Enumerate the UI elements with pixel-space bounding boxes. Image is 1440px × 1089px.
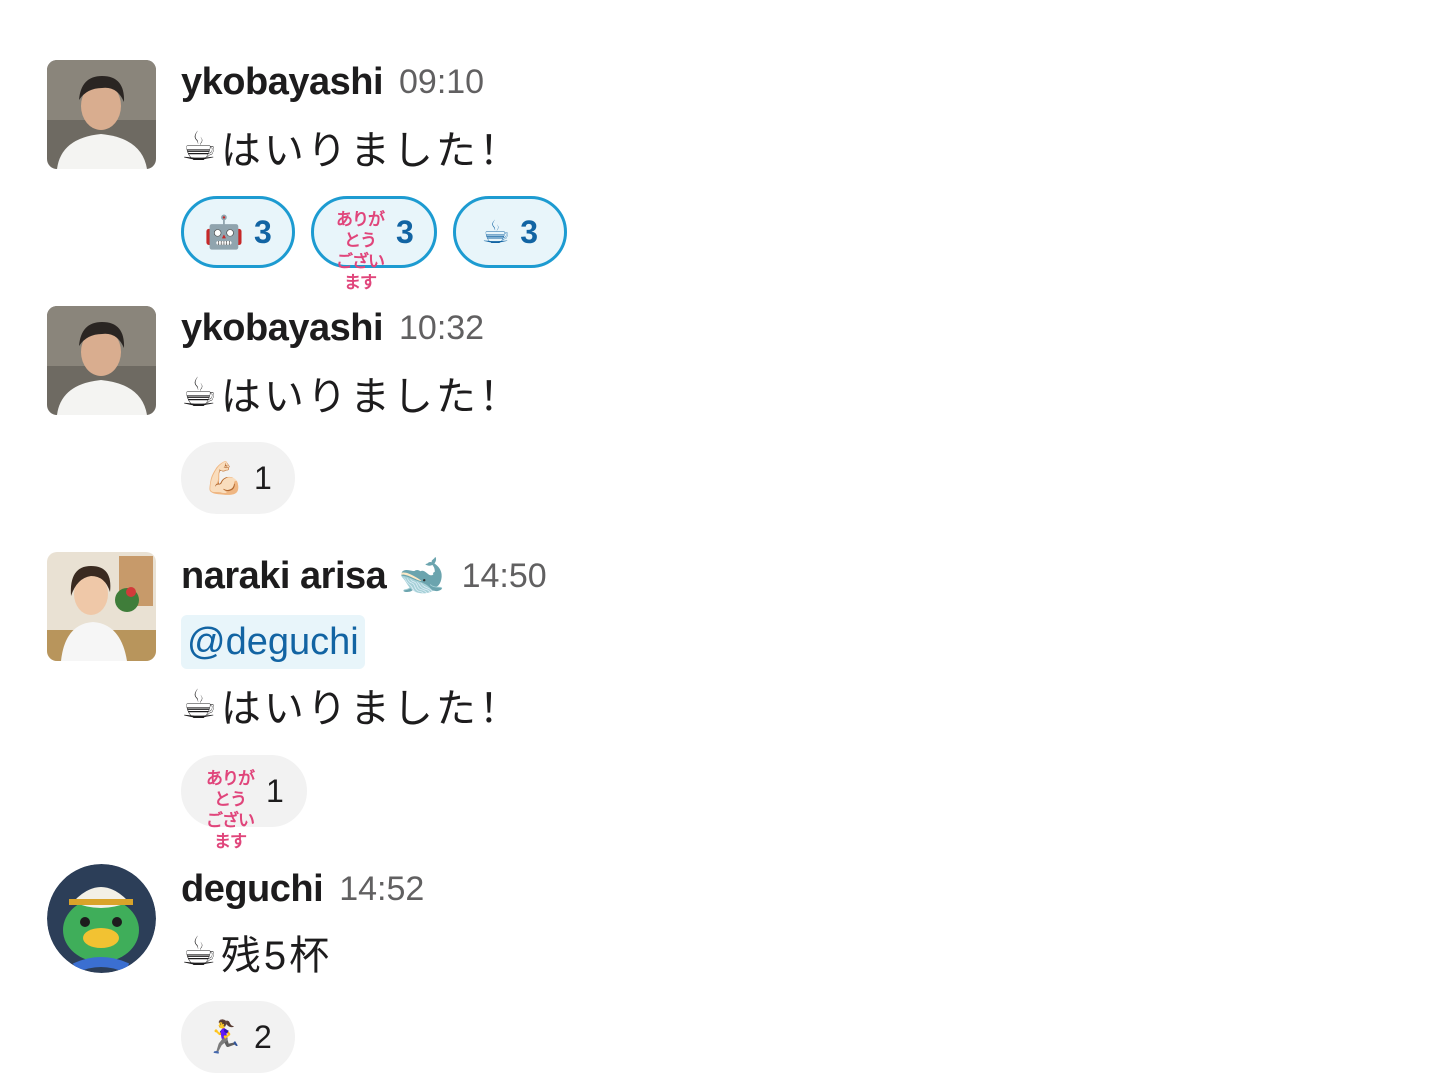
- arigatou-label-bottom: ございます: [336, 252, 385, 292]
- message-header: ykobayashi 10:32: [181, 300, 484, 356]
- reaction-count: 3: [396, 213, 414, 250]
- message: ykobayashi 09:10 ☕ はいりました！ 🤖 3 ありがとう ござい…: [0, 60, 1440, 292]
- message: naraki arisa 🐋 14:50 @deguchi ☕ はいりました！ …: [0, 552, 1440, 851]
- user-avatar[interactable]: [47, 60, 156, 169]
- message: ykobayashi 10:32 ☕ はいりました！ 💪🏻 1: [0, 306, 1440, 516]
- reaction-runner[interactable]: 🏃‍♀️ 2: [181, 1001, 295, 1073]
- timestamp[interactable]: 10:32: [399, 309, 484, 348]
- reaction-count: 1: [266, 772, 284, 809]
- reaction-robot[interactable]: 🤖 3: [181, 196, 295, 268]
- reaction-bar: 🏃‍♀️ 2: [181, 1001, 295, 1073]
- message-text: ☕ はいりました！: [181, 674, 522, 736]
- message-header: naraki arisa 🐋 14:50: [181, 548, 547, 604]
- reaction-count: 1: [254, 459, 272, 496]
- muscle-icon: 💪🏻: [204, 460, 245, 496]
- message: deguchi 14:52 ☕ 残5杯 🏃‍♀️ 2: [0, 864, 1440, 1079]
- user-avatar[interactable]: [47, 306, 156, 415]
- arigatou-gozaimasu-icon: ありがとう ございます: [334, 209, 386, 292]
- reaction-count: 3: [254, 213, 272, 250]
- coffee-icon: ☕: [181, 683, 217, 727]
- user-mention[interactable]: @deguchi: [181, 615, 365, 669]
- reaction-coffee[interactable]: ☕ 3: [452, 196, 567, 268]
- reaction-bar: 💪🏻 1: [181, 442, 295, 514]
- coffee-icon: ☕: [181, 371, 217, 415]
- arigatou-gozaimasu-icon: ありがとう ございます: [204, 768, 256, 851]
- timestamp[interactable]: 09:10: [399, 63, 484, 102]
- reaction-bar: ありがとう ございます 1: [181, 755, 307, 851]
- message-text-content: はいりました！: [220, 375, 522, 419]
- username[interactable]: deguchi: [181, 868, 324, 911]
- user-avatar[interactable]: [47, 864, 156, 973]
- whale-icon[interactable]: 🐋: [398, 557, 445, 595]
- arigatou-label-top: ありがとう: [336, 210, 385, 250]
- reaction-bar: 🤖 3 ありがとう ございます 3 ☕ 3: [181, 196, 567, 292]
- coffee-icon: ☕: [181, 930, 217, 974]
- reaction-count: 3: [520, 213, 539, 250]
- robot-face-icon: 🤖: [204, 214, 245, 250]
- message-text: ☕ 残5杯: [181, 921, 332, 983]
- username[interactable]: ykobayashi: [181, 307, 384, 350]
- timestamp[interactable]: 14:50: [462, 557, 547, 596]
- person-photo-icon: [47, 60, 156, 169]
- coffee-icon: ☕: [481, 214, 511, 250]
- coffee-icon: ☕: [181, 125, 217, 169]
- arigatou-label-top: ありがとう: [206, 769, 255, 809]
- reaction-muscle[interactable]: 💪🏻 1: [181, 442, 295, 514]
- arigatou-label-bottom: ございます: [206, 811, 255, 851]
- reaction-count: 2: [254, 1018, 272, 1055]
- message-text: ☕ はいりました！: [181, 362, 522, 424]
- username[interactable]: ykobayashi: [181, 61, 384, 104]
- person-photo-icon: [47, 552, 156, 661]
- message-feed: ykobayashi 09:10 ☕ はいりました！ 🤖 3 ありがとう ござい…: [0, 0, 1440, 1089]
- runner-icon: 🏃‍♀️: [204, 1019, 245, 1055]
- reaction-arigatou[interactable]: ありがとう ございます 1: [181, 755, 307, 851]
- user-avatar[interactable]: [47, 552, 156, 661]
- message-text: ☕ はいりました！: [181, 116, 522, 178]
- message-text-content: はいりました！: [220, 687, 522, 731]
- username[interactable]: naraki arisa: [181, 555, 387, 598]
- kappa-character-icon: [47, 864, 156, 973]
- message-text-content: 残5杯: [220, 934, 333, 978]
- message-header: deguchi 14:52: [181, 861, 424, 917]
- message-text-content: はいりました！: [220, 129, 522, 173]
- reaction-arigatou[interactable]: ありがとう ございます 3: [311, 196, 437, 292]
- timestamp[interactable]: 14:52: [339, 870, 424, 909]
- person-photo-icon: [47, 306, 156, 415]
- message-header: ykobayashi 09:10: [181, 54, 484, 110]
